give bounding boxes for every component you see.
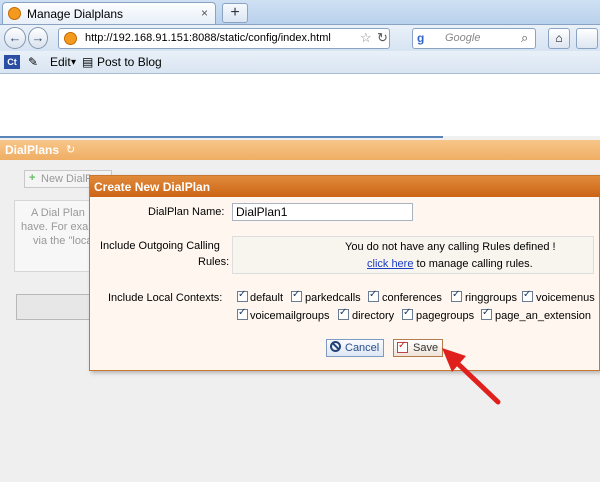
search-placeholder: Google xyxy=(445,32,481,44)
context-label-directory: directory xyxy=(352,310,395,322)
context-checkbox-pagegroups[interactable] xyxy=(402,307,413,320)
context-checkbox-voicemenus[interactable] xyxy=(522,289,533,302)
context-checkbox-default[interactable] xyxy=(237,289,248,302)
dialog-title: Create New DialPlan xyxy=(94,180,211,194)
info-line: have. For exa xyxy=(21,221,89,233)
edit-menu[interactable]: Edit xyxy=(50,55,71,69)
context-label-conferences: conferences xyxy=(382,292,442,304)
header-divider xyxy=(0,136,443,138)
back-arrow-icon[interactable]: ← xyxy=(4,27,26,49)
annotation-arrow-icon xyxy=(442,348,501,405)
cancel-icon xyxy=(330,341,341,352)
edit-dropdown-icon[interactable]: ▾ xyxy=(71,57,76,68)
outgoing-rules-label-line2: Rules: xyxy=(198,256,230,268)
section-title: DialPlans xyxy=(5,143,60,157)
url-bar[interactable]: http://192.168.91.151:8088/static/config… xyxy=(58,28,390,49)
refresh-icon[interactable]: ↻ xyxy=(66,143,75,156)
no-rules-message: You do not have any calling Rules define… xyxy=(345,241,556,253)
list-placeholder-bar xyxy=(16,294,92,320)
edit-pencil-icon: ✎ xyxy=(28,55,39,69)
url-text[interactable]: http://192.168.91.151:8088/static/config… xyxy=(85,32,331,44)
context-checkbox-conferences[interactable] xyxy=(368,289,379,302)
context-label-pagegroups: pagegroups xyxy=(416,310,475,322)
post-to-blog-button[interactable]: Post to Blog xyxy=(97,55,162,69)
outgoing-rules-label-line1: Include Outgoing Calling xyxy=(100,240,220,252)
site-favicon-icon xyxy=(64,32,77,45)
forward-arrow-icon[interactable]: → xyxy=(28,27,48,49)
dialplans-section-header: DialPlans ↻ xyxy=(0,140,600,160)
browser-title-bar: Manage Dialplans × + xyxy=(0,0,600,24)
cancel-label: Cancel xyxy=(345,342,380,354)
navigation-bar: ← → http://192.168.91.151:8088/static/co… xyxy=(0,24,600,52)
context-label-voicemenus: voicemenus xyxy=(536,292,595,304)
context-checkbox-voicemailgroups[interactable] xyxy=(237,307,248,320)
context-checkbox-ringgroups[interactable] xyxy=(451,289,462,302)
page-header-area xyxy=(0,74,600,136)
cancel-button[interactable]: Cancel xyxy=(326,339,384,357)
calling-rules-box: You do not have any calling Rules define… xyxy=(232,236,594,274)
info-box: A Dial Plan have. For exa via the "loca xyxy=(14,200,94,272)
new-dialplan-label: New DialP xyxy=(41,173,93,185)
context-checkbox-page-an-extension[interactable] xyxy=(481,307,492,320)
reload-icon[interactable]: ↻ xyxy=(377,30,388,46)
context-label-voicemailgroups: voicemailgroups xyxy=(250,310,330,322)
google-logo-icon[interactable]: g xyxy=(417,31,424,45)
tab-close-icon[interactable]: × xyxy=(201,6,208,20)
blog-icon: ▤ xyxy=(82,55,94,69)
dialplan-name-label: DialPlan Name: xyxy=(148,206,225,218)
context-checkbox-parkedcalls[interactable] xyxy=(291,289,302,302)
manage-rules-link[interactable]: click here xyxy=(367,258,413,270)
save-check-icon xyxy=(397,340,408,353)
tab-title: Manage Dialplans xyxy=(27,7,124,21)
new-tab-button[interactable]: + xyxy=(222,3,248,23)
bookmark-star-icon[interactable]: ☆ xyxy=(360,30,372,46)
home-icon[interactable]: ⌂ xyxy=(548,28,570,49)
info-line: A Dial Plan xyxy=(31,207,85,219)
ct-toolbar-icon[interactable]: Ct xyxy=(4,55,20,69)
plus-icon: + xyxy=(29,172,36,184)
context-label-parkedcalls: parkedcalls xyxy=(305,292,361,304)
context-label-page-an-extension: page_an_extension xyxy=(495,310,592,322)
context-label-default: default xyxy=(250,292,284,304)
local-contexts-label: Include Local Contexts: xyxy=(108,292,223,304)
browser-tab[interactable]: Manage Dialplans × xyxy=(2,2,216,24)
manage-rules-suffix: to manage calling rules. xyxy=(413,258,533,270)
context-checkbox-directory[interactable] xyxy=(338,307,349,320)
menu-button[interactable] xyxy=(576,28,598,49)
info-line: via the "loca xyxy=(33,235,93,247)
bookmarks-toolbar: Ct ✎ Edit ▾ ▤ Post to Blog xyxy=(0,51,600,74)
context-label-ringgroups: ringgroups xyxy=(465,292,517,304)
dialog-title-bar[interactable]: Create New DialPlan xyxy=(90,176,600,197)
dialplan-name-input[interactable] xyxy=(232,203,413,221)
search-input[interactable]: g Google ⌕ xyxy=(412,28,536,49)
save-button[interactable]: Save xyxy=(393,339,443,357)
asterisk-favicon-icon xyxy=(8,7,21,20)
search-magnifier-icon[interactable]: ⌕ xyxy=(521,30,528,46)
save-label: Save xyxy=(413,342,439,354)
